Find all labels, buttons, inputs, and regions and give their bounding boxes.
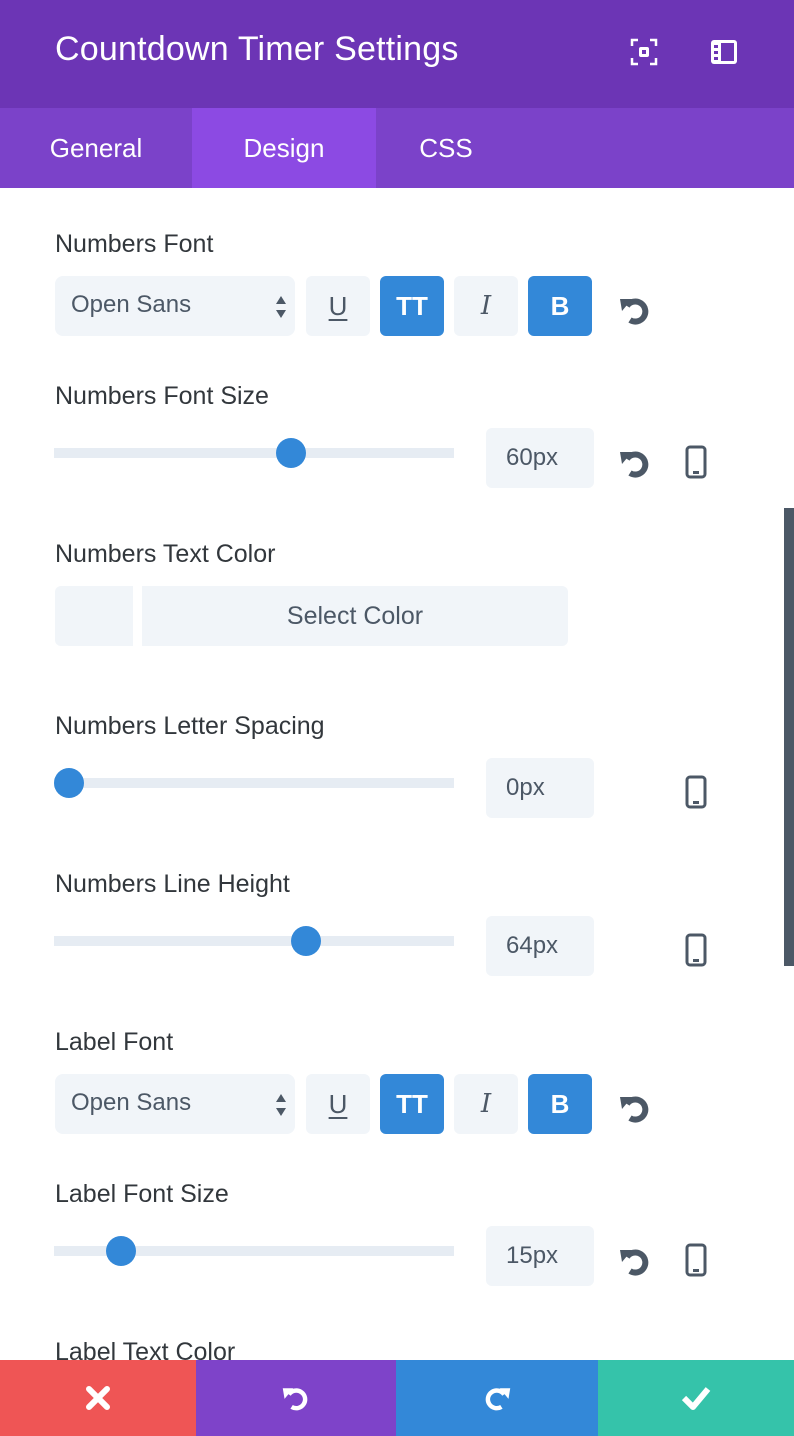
cancel-button[interactable] bbox=[0, 1360, 196, 1436]
slider-thumb[interactable] bbox=[276, 438, 306, 468]
undo-icon bbox=[282, 1388, 308, 1411]
undo-button[interactable] bbox=[196, 1360, 396, 1436]
redo-icon bbox=[485, 1388, 511, 1411]
label-font-size-label: Label Font Size bbox=[55, 1180, 229, 1208]
color-swatch[interactable] bbox=[55, 586, 133, 646]
modal-title: Countdown Timer Settings bbox=[55, 30, 459, 68]
label-font-size-slider[interactable] bbox=[54, 1236, 454, 1266]
numbers-line-height-label: Numbers Line Height bbox=[55, 870, 290, 898]
numbers-font-select[interactable]: Open Sans bbox=[55, 276, 295, 336]
label-bold-button[interactable]: B bbox=[528, 1074, 592, 1134]
numbers-font-size-label: Numbers Font Size bbox=[55, 382, 269, 410]
label-uppercase-button[interactable]: TT bbox=[380, 1074, 444, 1134]
label-text-color-label: Label Text Color bbox=[55, 1338, 236, 1360]
label-font-label: Label Font bbox=[55, 1028, 174, 1056]
mobile-device-icon[interactable] bbox=[685, 775, 707, 809]
settings-panel: Numbers Font Open Sans U TT I B Numbers … bbox=[0, 188, 794, 1360]
numbers-font-size-input[interactable]: 60px bbox=[486, 428, 594, 488]
label-italic-button[interactable]: I bbox=[454, 1074, 518, 1134]
numbers-font-value: Open Sans bbox=[71, 291, 192, 318]
slider-track bbox=[54, 936, 454, 946]
mobile-device-icon[interactable] bbox=[685, 1243, 707, 1277]
numbers-letter-spacing-slider[interactable] bbox=[54, 768, 454, 798]
label-font-size-input[interactable]: 15px bbox=[486, 1226, 594, 1286]
numbers-letter-spacing-label: Numbers Letter Spacing bbox=[55, 712, 325, 740]
save-button[interactable] bbox=[598, 1360, 794, 1436]
scrollbar[interactable] bbox=[784, 508, 794, 966]
slider-track bbox=[54, 778, 454, 788]
close-icon bbox=[86, 1386, 110, 1410]
modal-header: Countdown Timer Settings bbox=[0, 0, 794, 108]
redo-button[interactable] bbox=[396, 1360, 598, 1436]
numbers-line-height-slider[interactable] bbox=[54, 926, 454, 956]
checkmark-icon bbox=[681, 1387, 711, 1410]
label-underline-button[interactable]: U bbox=[306, 1074, 370, 1134]
numbers-font-label: Numbers Font bbox=[55, 230, 214, 258]
expand-icon[interactable] bbox=[630, 38, 658, 66]
reset-icon[interactable] bbox=[618, 446, 652, 480]
reset-icon[interactable] bbox=[618, 1091, 652, 1125]
reset-icon[interactable] bbox=[618, 1244, 652, 1278]
select-arrows-icon bbox=[276, 296, 286, 318]
slider-thumb[interactable] bbox=[106, 1236, 136, 1266]
label-font-value: Open Sans bbox=[71, 1089, 192, 1116]
numbers-uppercase-button[interactable]: TT bbox=[380, 276, 444, 336]
mobile-device-icon[interactable] bbox=[685, 933, 707, 967]
numbers-bold-button[interactable]: B bbox=[528, 276, 592, 336]
tab-bar: General Design CSS bbox=[0, 108, 794, 188]
slider-track bbox=[54, 448, 454, 458]
slider-thumb[interactable] bbox=[54, 768, 84, 798]
tab-general[interactable]: General bbox=[0, 108, 192, 188]
numbers-font-size-slider[interactable] bbox=[54, 438, 454, 468]
action-bar bbox=[0, 1360, 794, 1436]
label-font-select[interactable]: Open Sans bbox=[55, 1074, 295, 1134]
select-color-button[interactable]: Select Color bbox=[142, 586, 568, 646]
numbers-text-color-label: Numbers Text Color bbox=[55, 540, 276, 568]
numbers-italic-button[interactable]: I bbox=[454, 276, 518, 336]
numbers-underline-button[interactable]: U bbox=[306, 276, 370, 336]
reset-icon[interactable] bbox=[618, 293, 652, 327]
tab-design[interactable]: Design bbox=[192, 108, 376, 188]
mobile-device-icon[interactable] bbox=[685, 445, 707, 479]
numbers-letter-spacing-input[interactable]: 0px bbox=[486, 758, 594, 818]
select-arrows-icon bbox=[276, 1094, 286, 1116]
sidebar-layout-icon[interactable] bbox=[710, 38, 738, 66]
numbers-line-height-input[interactable]: 64px bbox=[486, 916, 594, 976]
tab-css[interactable]: CSS bbox=[376, 108, 516, 188]
slider-thumb[interactable] bbox=[291, 926, 321, 956]
